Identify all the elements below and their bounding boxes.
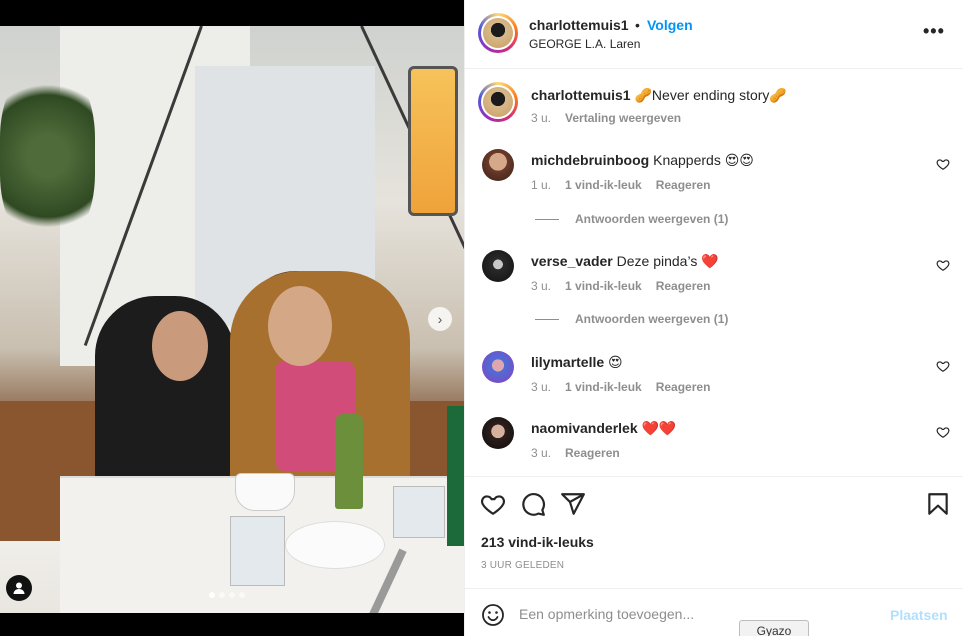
heart-icon[interactable]	[936, 258, 950, 272]
emoji-icon[interactable]	[481, 603, 505, 627]
more-icon[interactable]: •••	[923, 22, 945, 40]
heart-icon[interactable]	[936, 425, 950, 439]
replies-divider	[535, 318, 559, 320]
avatar-inner	[481, 16, 515, 50]
post-comment-button[interactable]: Plaatsen	[890, 607, 948, 623]
comment-avatar[interactable]	[482, 250, 514, 282]
comment-text: Deze pinda’s ❤️	[616, 253, 719, 269]
comment-text-line: lilymartelle 😍	[531, 354, 623, 371]
carousel-dot	[219, 592, 225, 598]
photo-cup	[235, 473, 295, 511]
comment-username[interactable]: michdebruinboog	[531, 152, 649, 168]
comment-avatar[interactable]	[482, 149, 514, 181]
share-icon[interactable]	[560, 491, 586, 517]
caption-meta: 3 u. Vertaling weergeven	[531, 111, 681, 125]
heart-icon[interactable]	[936, 157, 950, 171]
photo-lamp	[408, 66, 458, 216]
comment-text: 😍	[608, 354, 623, 370]
view-replies-button[interactable]: Antwoorden weergeven (1)	[535, 212, 728, 226]
header-username[interactable]: charlottemuis1	[529, 17, 629, 33]
comment-text-line: verse_vader Deze pinda’s ❤️	[531, 253, 719, 270]
heart-icon[interactable]	[936, 359, 950, 373]
comment-username[interactable]: naomivanderlek	[531, 420, 638, 436]
photo-plate	[285, 521, 385, 569]
comment-likes[interactable]: 1 vind-ik-leuk	[565, 178, 642, 192]
reply-button[interactable]: Reageren	[565, 446, 620, 460]
avatar-image	[483, 18, 513, 48]
comment-icon[interactable]	[520, 491, 546, 517]
comment-username[interactable]: lilymartelle	[531, 354, 604, 370]
reply-button[interactable]: Reageren	[656, 380, 711, 394]
reply-button[interactable]: Reageren	[656, 178, 711, 192]
comment-text: ❤️❤️	[641, 420, 677, 436]
comment-time[interactable]: 3 u.	[531, 380, 551, 394]
comment-meta: 3 u. Reageren	[531, 446, 620, 460]
translate-button[interactable]: Vertaling weergeven	[565, 111, 681, 125]
avatar-inner	[481, 85, 515, 119]
add-comment-bar: Plaatsen	[465, 588, 963, 636]
carousel-dot	[239, 592, 245, 598]
follow-button[interactable]: Volgen	[647, 17, 693, 33]
carousel-dot	[229, 592, 235, 598]
view-replies-label: Antwoorden weergeven (1)	[575, 212, 729, 226]
bookmark-icon[interactable]	[925, 491, 951, 517]
carousel-dots	[209, 592, 245, 598]
reply-button[interactable]: Reageren	[656, 279, 711, 293]
post-actions: 213 vind-ik-leuks 3 UUR GELEDEN	[465, 476, 963, 588]
caption-time[interactable]: 3 u.	[531, 111, 551, 125]
comment-meta: 3 u. 1 vind-ik-leuk Reageren	[531, 279, 710, 293]
comment-text-line: naomivanderlek ❤️❤️	[531, 420, 676, 437]
view-replies-button[interactable]: Antwoorden weergeven (1)	[535, 312, 728, 326]
next-arrow-icon[interactable]: ›	[428, 307, 452, 331]
post-media-pane: ›	[0, 0, 464, 636]
photo-bottle	[447, 406, 464, 546]
comment-likes[interactable]: 1 vind-ik-leuk	[565, 279, 642, 293]
header-bullet: •	[635, 17, 640, 33]
caption-avatar[interactable]	[478, 82, 518, 122]
gyazo-button[interactable]: Gyazo	[739, 620, 809, 636]
comment-avatar[interactable]	[482, 417, 514, 449]
location-link[interactable]: GEORGE L.A. Laren	[529, 37, 640, 51]
post-time[interactable]: 3 UUR GELEDEN	[481, 560, 564, 571]
view-replies-label: Antwoorden weergeven (1)	[575, 312, 729, 326]
comment-avatar[interactable]	[482, 351, 514, 383]
avatar-image	[483, 87, 513, 117]
post-header: charlottemuis1 • Volgen GEORGE L.A. Lare…	[465, 0, 963, 69]
comment-likes[interactable]: 1 vind-ik-leuk	[565, 380, 642, 394]
replies-divider	[535, 218, 559, 220]
comment-meta: 1 u. 1 vind-ik-leuk Reageren	[531, 178, 710, 192]
photo-face-left	[152, 311, 208, 381]
post-photo[interactable]	[0, 26, 464, 613]
likes-count[interactable]: 213 vind-ik-leuks	[481, 534, 594, 550]
carousel-dot	[209, 592, 215, 598]
comment-text-line: michdebruinboog Knapperds 😍😍	[531, 152, 754, 169]
photo-face-right	[268, 286, 332, 366]
caption-text: 🥜Never ending story🥜	[634, 87, 787, 103]
header-avatar[interactable]	[478, 13, 518, 53]
heart-icon[interactable]	[480, 491, 506, 517]
user-tag-icon[interactable]	[6, 575, 32, 601]
photo-glass	[393, 486, 445, 538]
post-side-panel: charlottemuis1 • Volgen GEORGE L.A. Lare…	[464, 0, 963, 636]
comment-time[interactable]: 1 u.	[531, 178, 551, 192]
comment-text: Knapperds 😍😍	[653, 152, 754, 168]
comment-meta: 3 u. 1 vind-ik-leuk Reageren	[531, 380, 710, 394]
comment-time[interactable]: 3 u.	[531, 446, 551, 460]
comment-username[interactable]: verse_vader	[531, 253, 613, 269]
caption-text-line: charlottemuis1 🥜Never ending story🥜	[531, 87, 787, 104]
photo-plant	[0, 66, 95, 246]
user-tag-glyph	[13, 582, 25, 594]
comment-input[interactable]	[519, 603, 879, 625]
caption-username[interactable]: charlottemuis1	[531, 87, 631, 103]
comment-time[interactable]: 3 u.	[531, 279, 551, 293]
photo-glass	[230, 516, 285, 586]
photo-bottle	[335, 414, 363, 509]
